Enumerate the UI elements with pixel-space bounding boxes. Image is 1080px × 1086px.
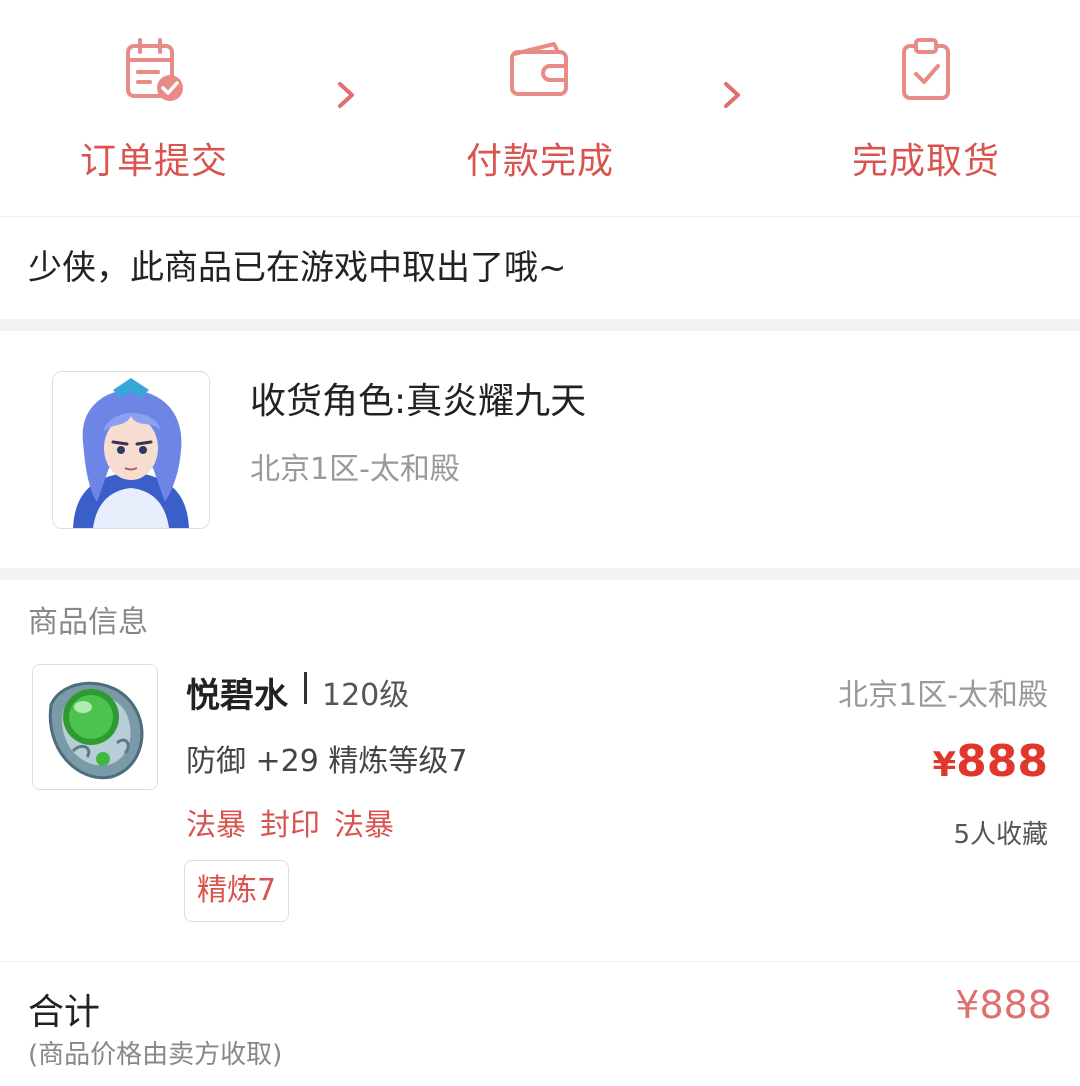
divider — [0, 216, 1080, 217]
clipboard-check-icon — [902, 38, 950, 100]
chevron-right-icon — [724, 82, 740, 108]
item-price: ¥888 — [932, 736, 1048, 787]
skill-tag: 封印 — [260, 808, 320, 843]
chevron-right-icon — [338, 82, 354, 108]
calendar-check-icon — [126, 38, 183, 101]
currency-symbol: ¥ — [932, 745, 957, 785]
skill-tag: 法暴 — [334, 808, 394, 843]
item-level: 120级 — [322, 678, 410, 713]
favorite-count: 5人收藏 — [953, 820, 1048, 850]
step-label: 订单提交 — [79, 141, 228, 182]
section-separator — [0, 568, 1080, 580]
item-attribute: 防御 +29 精炼等级7 — [186, 744, 468, 779]
step-payment-complete: 付款完成 — [420, 30, 660, 184]
item-server: 北京1区-太和殿 — [838, 678, 1048, 713]
total-note: (商品价格由卖方收取) — [28, 1040, 283, 1070]
item-image[interactable] — [32, 664, 158, 790]
item-name[interactable]: 悦碧水 — [186, 668, 288, 717]
price-value: 888 — [956, 736, 1048, 787]
wallet-icon — [510, 42, 568, 96]
receiver-role: 收货角色:真炎耀九天 — [250, 381, 587, 422]
jade-ring-icon — [33, 665, 157, 789]
goods-section-title: 商品信息 — [28, 605, 148, 640]
divider — [0, 961, 1080, 962]
total-label: 合计 — [28, 992, 101, 1033]
item-skills: 法暴 封印 法暴 — [186, 800, 408, 844]
step-pickup-complete: 完成取货 — [806, 30, 1046, 184]
character-avatar — [52, 371, 210, 529]
pickup-notice: 少侠，此商品已在游戏中取出了哦~ — [28, 248, 567, 288]
separator — [304, 672, 307, 704]
total-price: ¥888 — [955, 983, 1052, 1027]
receiver-server: 北京1区-太和殿 — [250, 452, 460, 487]
skill-tag: 法暴 — [186, 808, 246, 843]
order-progress: 订单提交 付款完成 完成取货 — [0, 0, 1080, 216]
step-label: 付款完成 — [465, 141, 614, 182]
step-order-submitted: 订单提交 — [34, 30, 274, 184]
refine-tag: 精炼7 — [184, 860, 290, 922]
section-separator — [0, 319, 1080, 331]
character-avatar-icon — [53, 372, 209, 528]
step-label: 完成取货 — [851, 141, 1000, 182]
